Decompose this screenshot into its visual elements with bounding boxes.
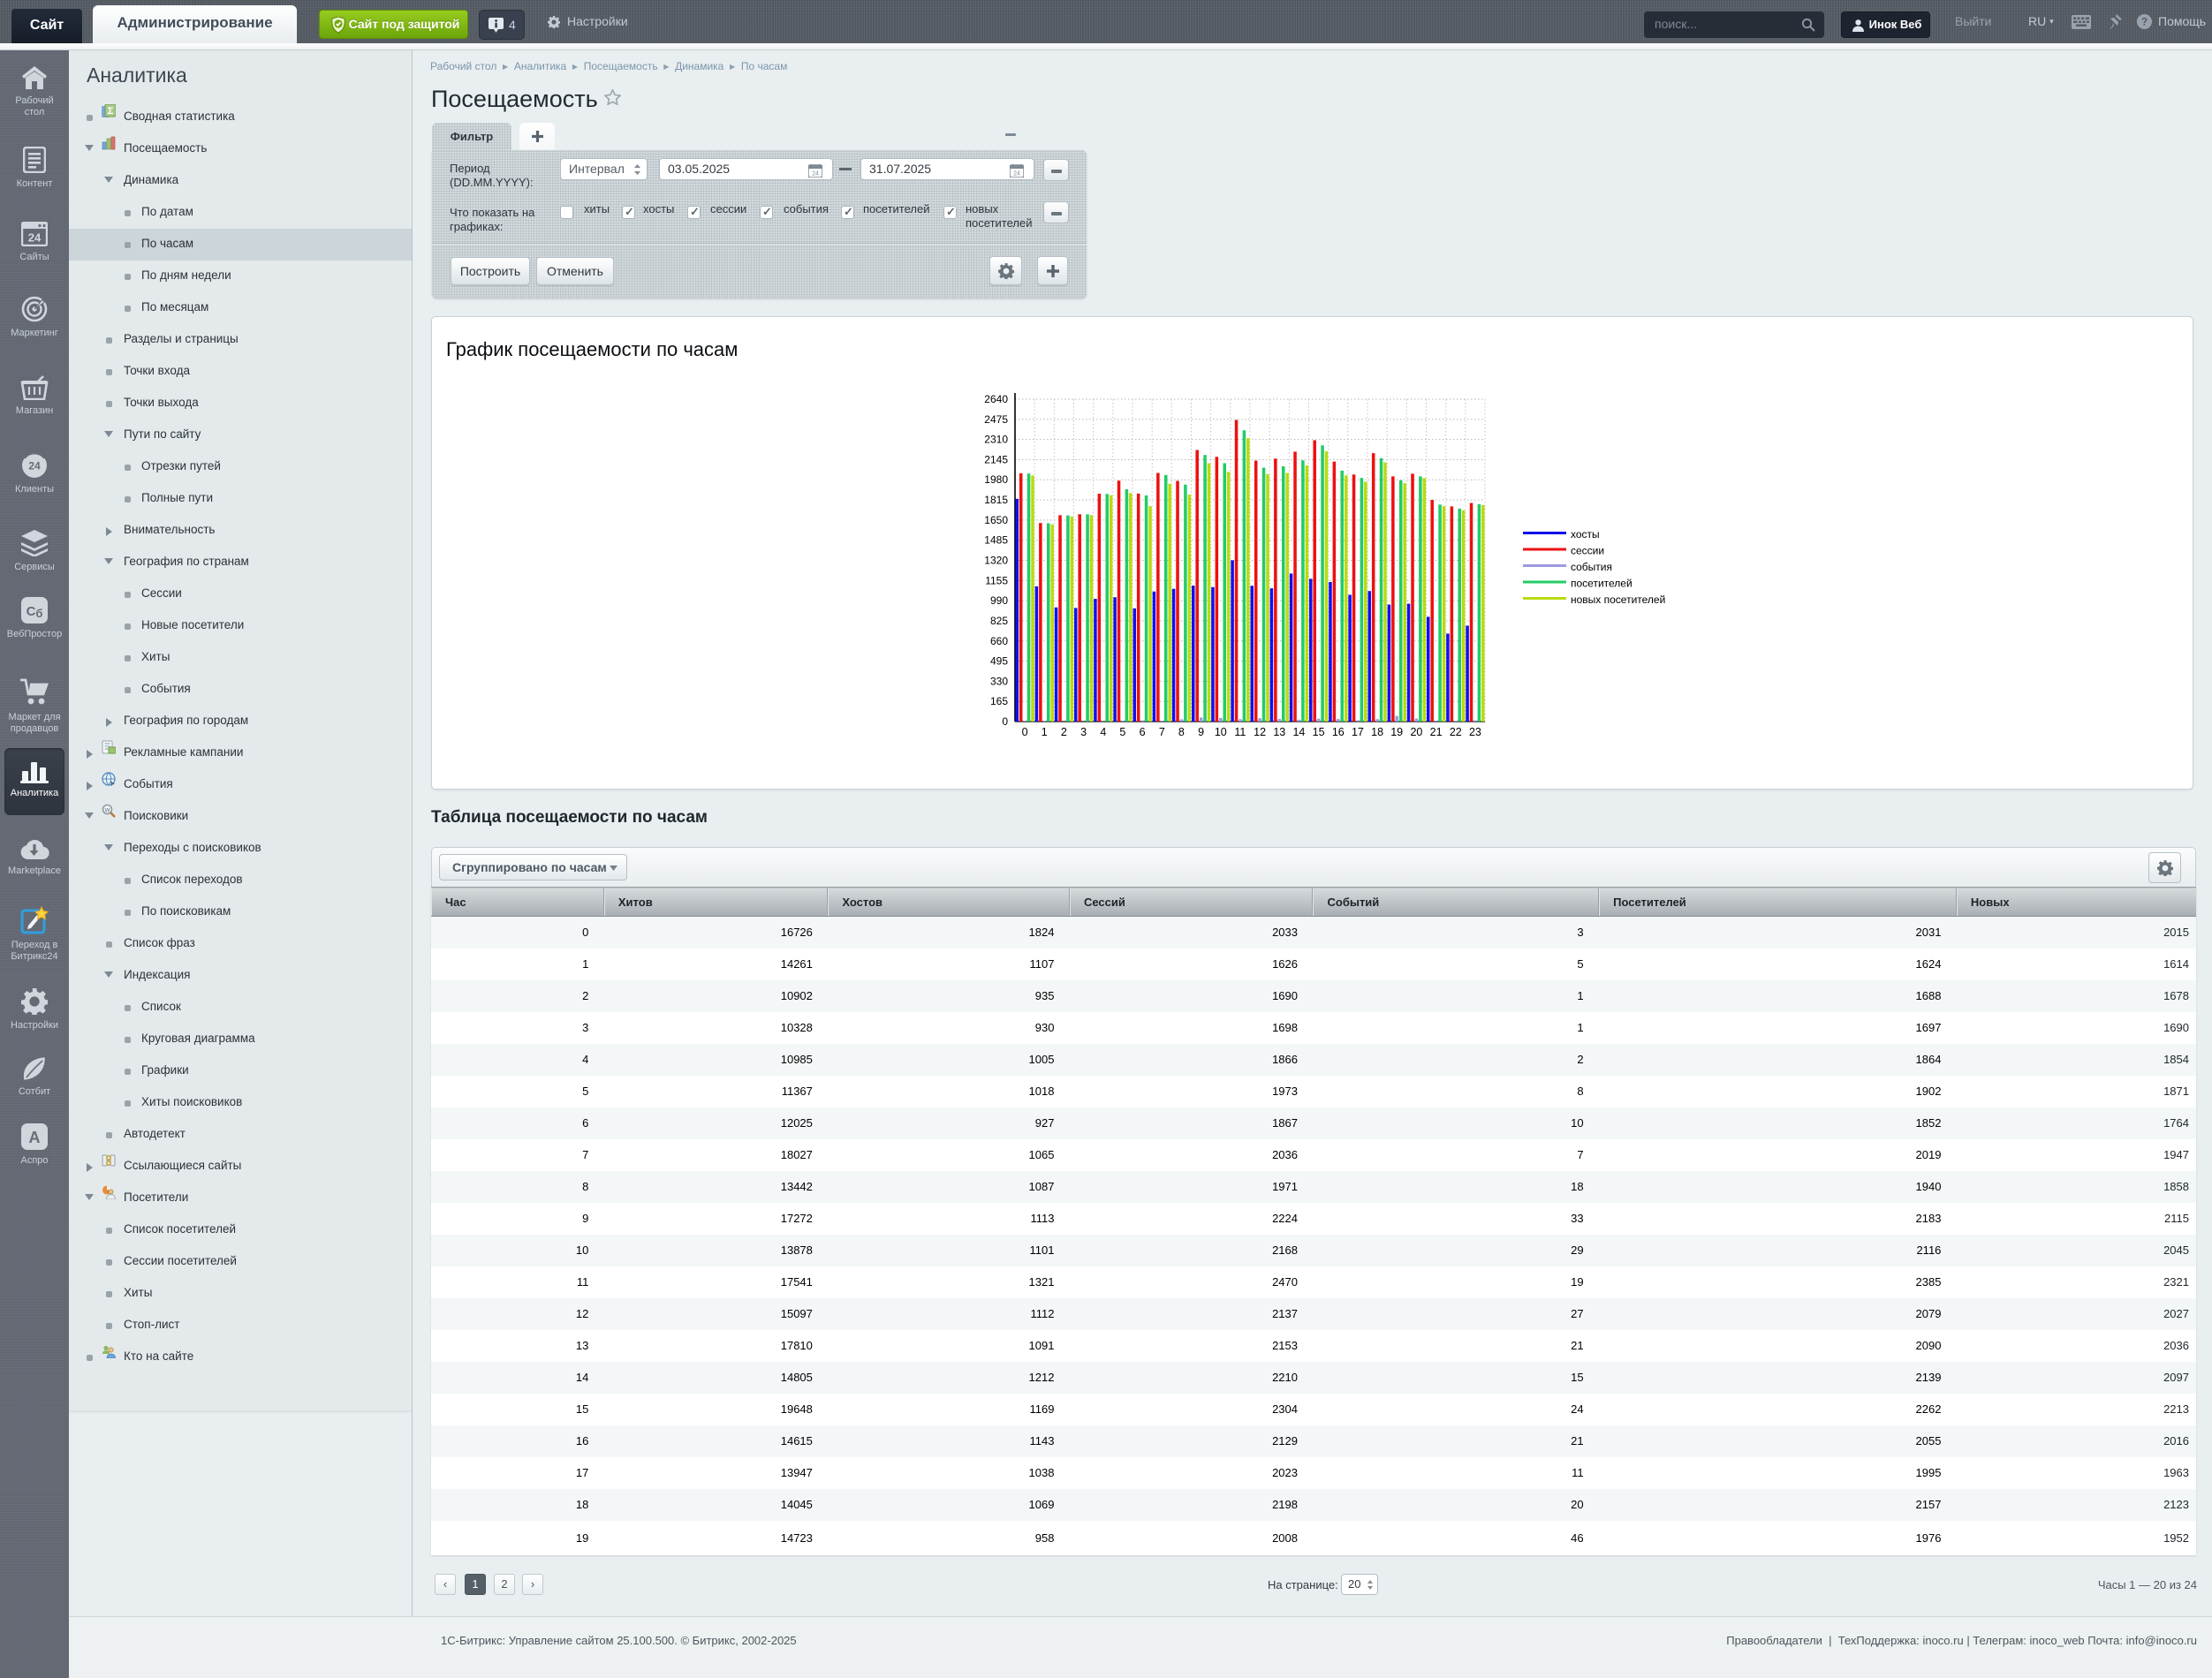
svg-text:22: 22 <box>1450 726 1462 738</box>
svg-text:660: 660 <box>990 635 1008 647</box>
svg-text:Σ: Σ <box>108 106 114 117</box>
svg-text:новых посетителей: новых посетителей <box>1571 593 1665 606</box>
svg-text:24: 24 <box>28 460 41 472</box>
svg-text:330: 330 <box>990 675 1008 687</box>
svg-text:14: 14 <box>1292 726 1305 738</box>
svg-text:2310: 2310 <box>984 434 1008 446</box>
svg-text:1650: 1650 <box>984 514 1008 526</box>
svg-text:сессии: сессии <box>1571 545 1604 557</box>
svg-text:хосты: хосты <box>1571 528 1600 540</box>
svg-text:21: 21 <box>1430 726 1443 738</box>
svg-text:165: 165 <box>990 695 1008 707</box>
svg-text:2475: 2475 <box>984 413 1008 426</box>
svg-text:18: 18 <box>1371 726 1383 738</box>
svg-text:1320: 1320 <box>984 555 1008 567</box>
svg-text:10: 10 <box>1215 726 1227 738</box>
svg-text:w: w <box>104 806 110 814</box>
svg-text:24: 24 <box>1013 171 1020 178</box>
svg-text:990: 990 <box>990 594 1008 607</box>
svg-text:7: 7 <box>1159 726 1165 738</box>
svg-text:6: 6 <box>1140 726 1146 738</box>
svg-text:3: 3 <box>1080 726 1087 738</box>
svg-text:1980: 1980 <box>984 473 1008 486</box>
svg-text:24: 24 <box>812 171 819 178</box>
svg-text:0: 0 <box>1022 726 1028 738</box>
svg-text:2640: 2640 <box>984 393 1008 405</box>
svg-text:12: 12 <box>1254 726 1266 738</box>
svg-text:20: 20 <box>1410 726 1422 738</box>
svg-text:495: 495 <box>990 655 1008 668</box>
svg-text:1: 1 <box>1042 726 1048 738</box>
svg-text:23: 23 <box>1469 726 1481 738</box>
svg-text:8: 8 <box>1178 726 1185 738</box>
svg-text:4: 4 <box>1100 726 1106 738</box>
svg-text:5: 5 <box>1119 726 1125 738</box>
svg-text:24: 24 <box>28 231 42 245</box>
svg-text:1155: 1155 <box>985 574 1008 586</box>
svg-text:9: 9 <box>1198 726 1204 738</box>
svg-text:17: 17 <box>1352 726 1364 738</box>
svg-text:?: ? <box>2141 16 2148 28</box>
svg-text:15: 15 <box>1313 726 1325 738</box>
svg-text:2: 2 <box>1061 726 1067 738</box>
svg-text:13: 13 <box>1273 726 1285 738</box>
svg-text:A: A <box>29 1129 41 1146</box>
svg-text:1485: 1485 <box>984 534 1008 547</box>
svg-text:посетителей: посетителей <box>1571 578 1632 590</box>
svg-text:11: 11 <box>1234 726 1246 738</box>
svg-text:2145: 2145 <box>984 453 1008 465</box>
svg-text:события: события <box>1571 561 1612 573</box>
svg-text:0: 0 <box>1002 715 1008 728</box>
svg-text:Сб: Сб <box>27 604 43 620</box>
svg-text:16: 16 <box>1332 726 1345 738</box>
svg-text:825: 825 <box>990 615 1008 627</box>
svg-text:19: 19 <box>1390 726 1403 738</box>
svg-text:1815: 1815 <box>984 494 1008 506</box>
